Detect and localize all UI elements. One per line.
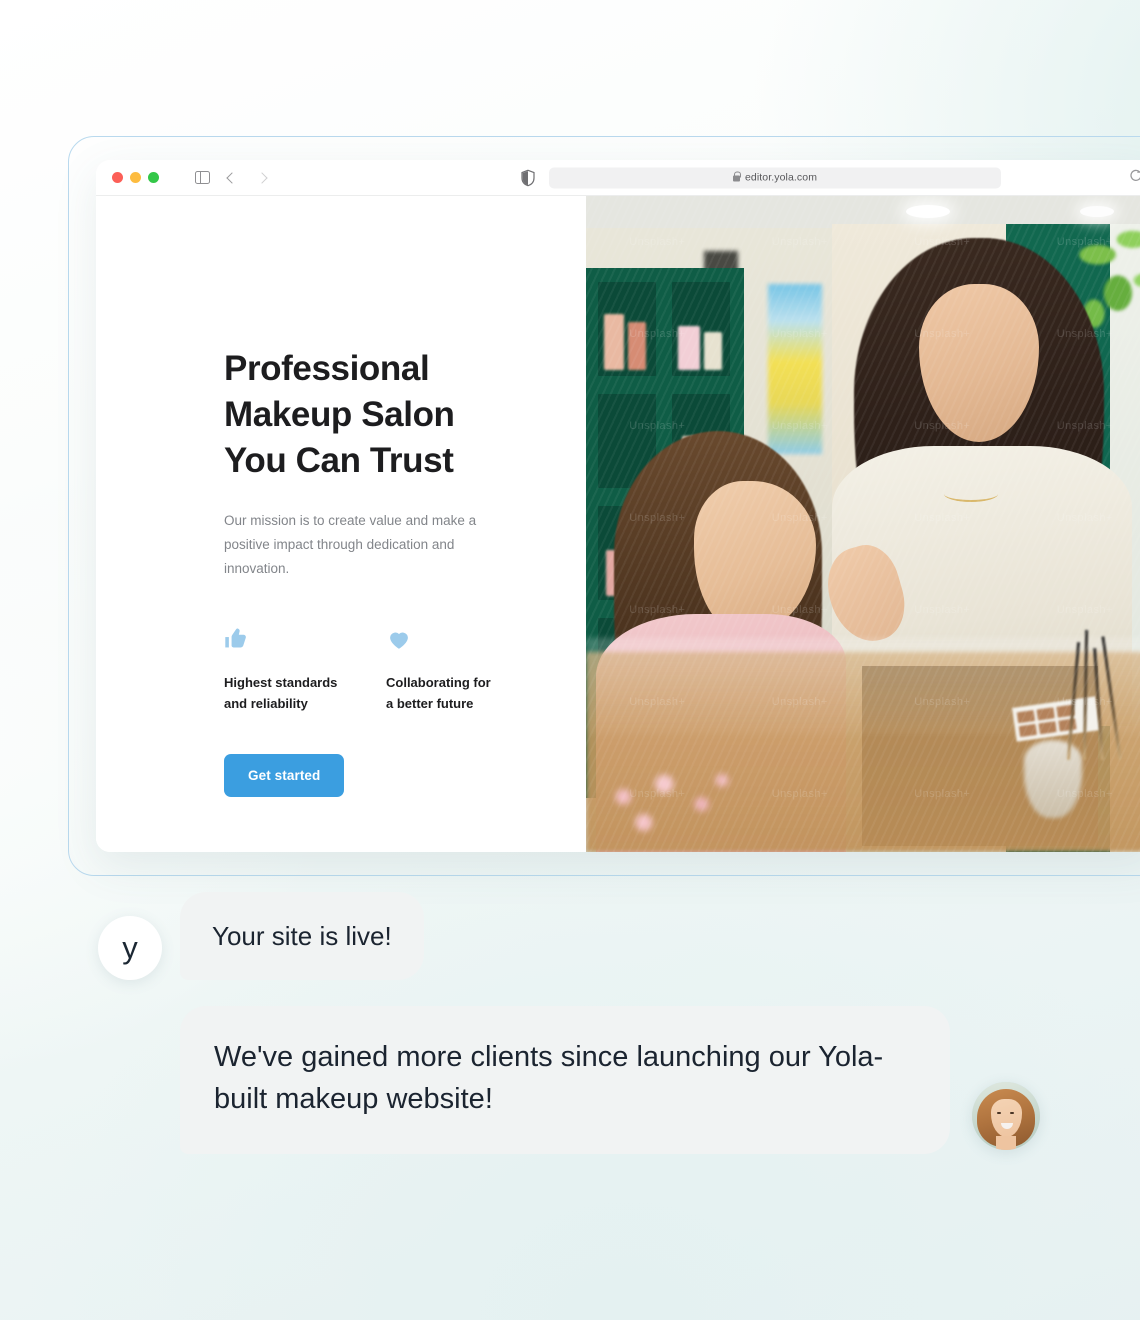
- back-button[interactable]: [219, 165, 245, 191]
- chat-bubble-testimonial: We've gained more clients since launchin…: [180, 1006, 950, 1154]
- get-started-button[interactable]: Get started: [224, 754, 345, 797]
- yola-logo-glyph: y: [122, 929, 138, 965]
- feature-item-collaboration: Collaborating for a better future: [386, 622, 548, 714]
- chat-bubble-site-live: Your site is live!: [180, 892, 424, 980]
- feature-list: Highest standards and reliability Collab…: [224, 622, 586, 714]
- ceiling-light: [1080, 206, 1114, 217]
- flower-arrangement: [586, 760, 756, 852]
- chat-message-row: We've gained more clients since launchin…: [0, 1006, 1140, 1154]
- forward-button[interactable]: [249, 165, 275, 191]
- url-text: editor.yola.com: [744, 171, 818, 184]
- chevron-left-icon: [226, 171, 238, 184]
- reload-icon: [1130, 169, 1140, 181]
- thumbs-up-icon: [224, 622, 386, 652]
- feature-item-standards: Highest standards and reliability: [224, 622, 386, 714]
- chat-message-row: y Your site is live!: [0, 892, 1140, 980]
- reload-button[interactable]: [1129, 168, 1140, 188]
- sidebar-toggle-button[interactable]: [189, 165, 215, 191]
- lock-icon: [732, 171, 741, 182]
- hero-image: Unsplash+ Unsplash+ Unsplash+ Unsplash+ …: [586, 196, 1140, 852]
- yola-logo-avatar: y: [98, 916, 162, 980]
- hero-subtitle: Our mission is to create value and make …: [224, 513, 477, 576]
- page-root: editor.yola.com Professional Makeup Salo…: [0, 0, 1140, 1320]
- heart-icon: [386, 622, 548, 652]
- privacy-report-button[interactable]: [521, 169, 535, 186]
- browser-toolbar: editor.yola.com: [96, 160, 1140, 196]
- maximize-window-button[interactable]: [148, 172, 159, 183]
- shield-icon: [521, 169, 535, 186]
- customer-photo-avatar: [972, 1082, 1040, 1150]
- makeup-brushes: [1066, 624, 1136, 761]
- testimonial-chat: y Your site is live! We've gained more c…: [0, 892, 1140, 1154]
- window-controls: [112, 172, 159, 183]
- toolbar-nav-group: [189, 165, 275, 191]
- browser-window: editor.yola.com Professional Makeup Salo…: [96, 160, 1140, 852]
- chevron-right-icon: [256, 171, 268, 184]
- ceiling-light: [906, 205, 950, 218]
- site-viewport: Professional Makeup Salon You Can Trust …: [96, 196, 1140, 852]
- page-title: Professional Makeup Salon You Can Trust: [224, 349, 455, 480]
- sidebar-toggle-icon: [194, 170, 210, 185]
- close-window-button[interactable]: [112, 172, 123, 183]
- wall-poster: [768, 284, 822, 454]
- necklace: [944, 486, 998, 502]
- feature-label: Highest standards and reliability: [224, 675, 338, 711]
- address-bar[interactable]: editor.yola.com: [549, 167, 1001, 188]
- avatar-neck: [996, 1136, 1016, 1150]
- feature-label: Collaborating for a better future: [386, 675, 491, 711]
- hero-image-column: Unsplash+ Unsplash+ Unsplash+ Unsplash+ …: [586, 196, 1140, 852]
- hero-text-column: Professional Makeup Salon You Can Trust …: [96, 196, 586, 852]
- minimize-window-button[interactable]: [130, 172, 141, 183]
